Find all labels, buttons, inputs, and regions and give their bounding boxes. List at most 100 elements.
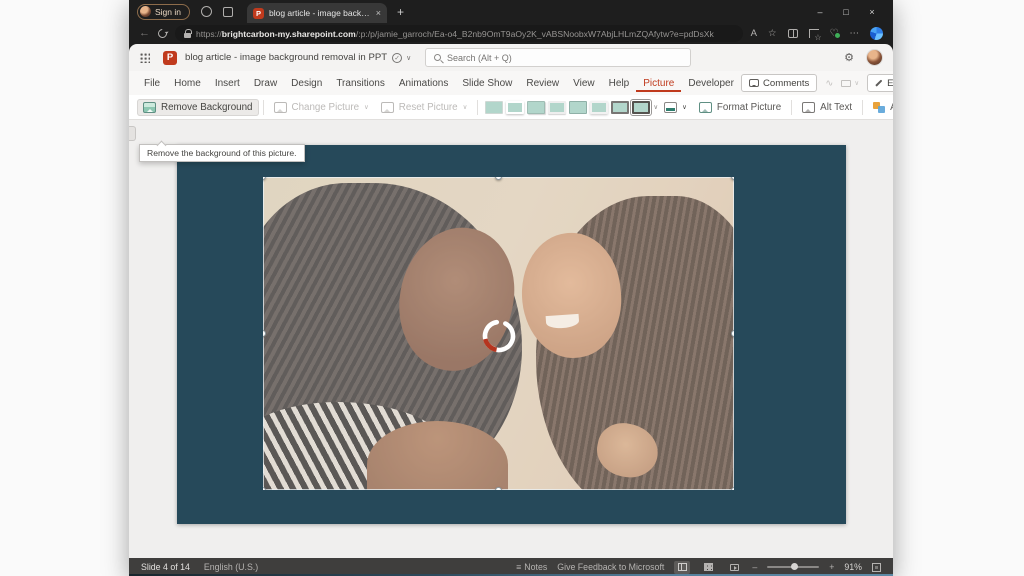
title-chevron-icon[interactable]: ∨ — [406, 54, 411, 62]
minimize-button[interactable]: – — [807, 7, 833, 17]
tab-title: blog article - image background — [269, 8, 371, 18]
browser-tab-active[interactable]: P blog article - image background × — [247, 3, 387, 23]
search-icon — [434, 54, 441, 61]
settings-ellipsis-icon[interactable]: ⋯ — [850, 28, 860, 39]
arrange-button[interactable]: Arrange ∨ — [867, 99, 893, 116]
powerpoint-icon: P — [253, 8, 264, 19]
url-scheme: https:// — [196, 29, 222, 39]
ribbon-tab-file[interactable]: File — [137, 74, 167, 92]
picture-style-swatch-6[interactable] — [590, 101, 608, 114]
ribbon-tab-picture[interactable]: Picture — [636, 74, 681, 92]
slideshow-icon — [730, 564, 739, 571]
ribbon-tab-view[interactable]: View — [566, 74, 602, 92]
view-slide-sorter-button[interactable] — [700, 561, 716, 574]
zoom-slider[interactable] — [767, 566, 819, 568]
ribbon-tab-design[interactable]: Design — [284, 74, 329, 92]
browser-sign-in-button[interactable]: Sign in — [137, 4, 190, 20]
picture-border-icon — [664, 102, 677, 113]
ribbon-tab-review[interactable]: Review — [519, 74, 566, 92]
tab-close-icon[interactable]: × — [376, 9, 381, 18]
read-aloud-icon[interactable]: A — [751, 28, 757, 39]
favorites-star-icon[interactable]: ☆ — [768, 28, 777, 39]
browser-essentials-icon[interactable]: ♡ — [830, 28, 839, 39]
desktop: Sign in P blog article - image backgroun… — [0, 0, 1024, 576]
reset-picture-button: Reset Picture ∨ — [375, 99, 474, 116]
maximize-button[interactable]: □ — [833, 7, 859, 17]
picture-style-swatch-4[interactable] — [548, 101, 566, 114]
back-icon[interactable]: ← — [139, 28, 150, 39]
vertical-tabs-icon[interactable] — [223, 7, 233, 17]
reset-picture-label: Reset Picture — [399, 102, 458, 113]
alt-text-button[interactable]: Alt Text — [796, 99, 858, 116]
picture-border-chevron-icon: ∨ — [682, 103, 687, 111]
picture-style-swatch-8-selected[interactable] — [632, 101, 650, 114]
copilot-icon[interactable] — [870, 27, 883, 40]
present-button-disabled: ∨ — [841, 79, 859, 87]
account-avatar[interactable] — [866, 49, 883, 66]
thumbnail-panel-collapsed-tab[interactable] — [129, 126, 136, 141]
split-screen-icon[interactable] — [788, 29, 798, 38]
editing-mode-button[interactable]: Editing ∨ — [867, 74, 893, 92]
picture-style-swatch-5[interactable] — [569, 101, 587, 114]
ribbon-tab-insert[interactable]: Insert — [208, 74, 247, 92]
workspaces-icon[interactable] — [201, 6, 212, 17]
resize-handle-middle-right[interactable] — [731, 330, 734, 337]
search-box[interactable]: Search (Alt + Q) — [425, 48, 691, 67]
ribbon-tab-animations[interactable]: Animations — [392, 74, 455, 92]
fit-to-window-icon[interactable] — [872, 563, 881, 572]
new-tab-button[interactable]: + — [397, 6, 404, 18]
present-chevron-icon: ∨ — [854, 79, 859, 87]
alt-text-label: Alt Text — [820, 102, 852, 113]
picture-border-button[interactable]: ∨ — [658, 99, 693, 116]
zoom-slider-thumb[interactable] — [791, 563, 798, 570]
notes-toggle[interactable]: ≡ Notes — [516, 562, 547, 572]
sign-in-avatar — [140, 6, 151, 17]
format-picture-label: Format Picture — [717, 102, 781, 113]
photo-two-women[interactable] — [263, 177, 734, 490]
picture-style-swatch-7[interactable] — [611, 101, 629, 114]
view-normal-button[interactable] — [674, 561, 690, 574]
status-bar-right: ≡ Notes Give Feedback to Microsoft – + 9… — [516, 561, 881, 574]
reset-picture-icon — [381, 102, 394, 113]
format-picture-button[interactable]: Format Picture — [693, 99, 787, 116]
ribbon-tab-home[interactable]: Home — [167, 74, 208, 92]
remove-background-label: Remove Background — [161, 102, 253, 113]
view-slideshow-button[interactable] — [726, 561, 742, 574]
close-button[interactable]: × — [859, 7, 885, 17]
ribbon-tab-developer[interactable]: Developer — [681, 74, 741, 92]
app-launcher-waffle-icon[interactable] — [139, 52, 150, 63]
sign-in-label: Sign in — [155, 7, 181, 17]
resize-handle-bottom-right[interactable] — [731, 487, 734, 490]
picture-style-swatch-1[interactable] — [485, 101, 503, 114]
arrange-icon — [873, 102, 885, 113]
zoom-out-icon[interactable]: – — [752, 562, 757, 572]
ribbon-tab-draw[interactable]: Draw — [247, 74, 284, 92]
app-title-actions: ⚙ — [844, 49, 883, 66]
ribbon-tab-help[interactable]: Help — [602, 74, 637, 92]
comments-button[interactable]: Comments — [741, 74, 817, 92]
picture-style-swatch-2[interactable] — [506, 101, 524, 114]
picture-style-swatch-3[interactable] — [527, 101, 545, 114]
format-picture-icon — [699, 102, 712, 113]
remove-background-icon — [143, 102, 156, 113]
loading-spinner — [480, 317, 518, 355]
settings-gear-icon[interactable]: ⚙ — [844, 51, 854, 64]
language-indicator[interactable]: English (U.S.) — [204, 562, 258, 572]
feedback-link[interactable]: Give Feedback to Microsoft — [557, 562, 664, 572]
pencil-icon — [875, 79, 883, 87]
resize-handle-bottom-center[interactable] — [495, 487, 502, 490]
ribbon-tab-transitions[interactable]: Transitions — [329, 74, 392, 92]
toolbar-divider — [263, 100, 264, 115]
powerpoint-logo[interactable]: P — [163, 51, 177, 65]
refresh-icon[interactable] — [156, 27, 169, 40]
zoom-in-icon[interactable]: + — [829, 562, 834, 572]
remove-background-button[interactable]: Remove Background — [137, 99, 259, 116]
lock-icon — [184, 33, 191, 38]
document-title[interactable]: blog article - image background removal … — [185, 52, 387, 63]
url-box[interactable]: https://brightcarbon-my.sharepoint.com/:… — [175, 25, 743, 42]
slide[interactable] — [177, 145, 846, 524]
ribbon-tab-slide-show[interactable]: Slide Show — [455, 74, 519, 92]
zoom-level[interactable]: 91% — [844, 562, 862, 572]
collections-icon[interactable] — [809, 29, 819, 38]
slide-counter[interactable]: Slide 4 of 14 — [141, 562, 190, 572]
